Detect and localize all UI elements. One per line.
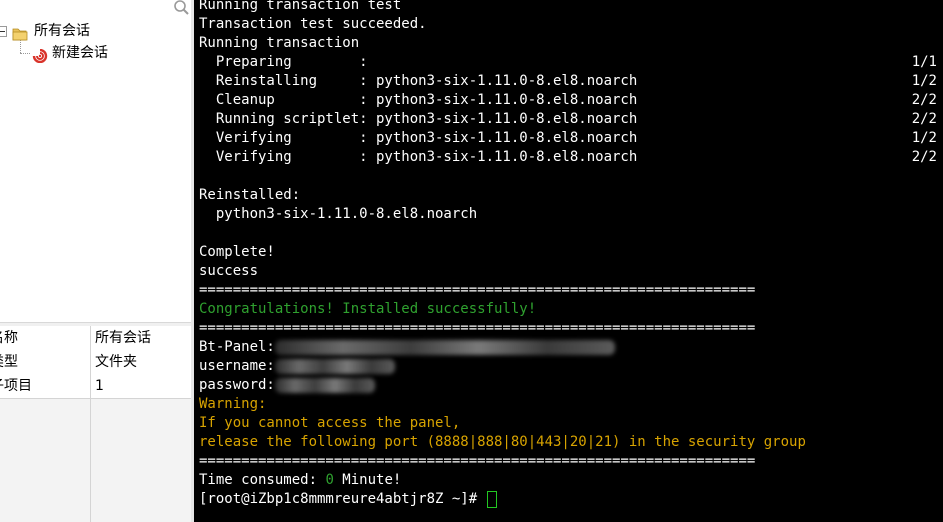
- warning-line: If you cannot access the panel,: [199, 415, 461, 431]
- tree-connector: [20, 53, 30, 54]
- terminal-line: Reinstalling : python3-six-1.11.0-8.el8.…: [199, 72, 943, 91]
- redacted-panel-url: [274, 339, 615, 355]
- congrats-message: Congratulations! Installed successfully!: [199, 301, 537, 317]
- redacted-username: [274, 358, 395, 374]
- warning-line: release the following port (8888|888|80|…: [199, 434, 806, 450]
- terminal-line: Running transaction test: [199, 0, 402, 13]
- text-cursor: [486, 490, 497, 508]
- separator-line: ========================================…: [199, 453, 756, 469]
- step-text: Verifying : python3-six-1.11.0-8.el8.noa…: [199, 130, 638, 146]
- terminal-line: Verifying : python3-six-1.11.0-8.el8.noa…: [199, 129, 943, 148]
- terminal-line: password:: [199, 376, 943, 395]
- session-tree: 所有会话 新建会话: [0, 0, 191, 322]
- terminal-output[interactable]: Running transaction test Transaction tes…: [194, 0, 943, 522]
- terminal-line: success: [199, 263, 259, 279]
- properties-panel: 名称 所有会话 类型 文件夹 子项目 1: [0, 326, 191, 522]
- time-suffix: Minute!: [333, 472, 402, 488]
- terminal-line: Preparing : 1/1: [199, 53, 943, 72]
- tree-node-label: 新建会话: [52, 45, 108, 61]
- terminal-line: username:: [199, 357, 943, 376]
- property-value: 文件夹: [95, 354, 137, 370]
- redacted-password: [274, 377, 375, 393]
- terminal-line: Running transaction: [199, 35, 360, 51]
- step-count: 1/1: [911, 54, 937, 70]
- step-count: 2/2: [911, 111, 937, 127]
- step-text: Running scriptlet: python3-six-1.11.0-8.…: [199, 111, 638, 127]
- property-row: 子项目 1: [0, 374, 191, 399]
- shell-prompt: [root@iZbp1c8mmmreure4abtjr8Z ~]#: [199, 491, 486, 507]
- username-label: username:: [199, 358, 275, 374]
- property-key: 类型: [0, 354, 18, 370]
- warning-line: Warning:: [199, 396, 267, 412]
- property-key: 子项目: [0, 378, 32, 394]
- terminal-line: Cleanup : python3-six-1.11.0-8.el8.noarc…: [199, 91, 943, 110]
- property-value: 1: [95, 378, 104, 394]
- search-icon[interactable]: [172, 0, 190, 16]
- terminal-prompt-line[interactable]: [root@iZbp1c8mmmreure4abtjr8Z ~]#: [199, 490, 943, 509]
- column-divider[interactable]: [90, 326, 91, 522]
- terminal-line: Running scriptlet: python3-six-1.11.0-8.…: [199, 110, 943, 129]
- step-count: 1/2: [911, 130, 937, 146]
- session-manager-pane: 所有会话 新建会话 名称 所有会话 类型 文件夹 子项目 1: [0, 0, 191, 522]
- time-prefix: Time consumed:: [199, 472, 326, 488]
- property-row: 名称 所有会话: [0, 326, 191, 351]
- step-count: 2/2: [911, 149, 937, 165]
- step-text: Cleanup : python3-six-1.11.0-8.el8.noarc…: [199, 92, 638, 108]
- separator-line: ========================================…: [199, 320, 756, 336]
- terminal-line: Reinstalled:: [199, 187, 301, 203]
- panel-label: Bt-Panel:: [199, 339, 275, 355]
- terminal-line: Transaction test succeeded.: [199, 16, 427, 32]
- property-key: 名称: [0, 330, 18, 346]
- terminal-line: Verifying : python3-six-1.11.0-8.el8.noa…: [199, 148, 943, 167]
- terminal-line: Time consumed: 0 Minute!: [199, 471, 943, 490]
- terminal-line: python3-six-1.11.0-8.el8.noarch: [199, 206, 478, 222]
- session-icon: [32, 46, 48, 66]
- step-count: 2/2: [911, 92, 937, 108]
- collapse-toggle-icon[interactable]: [0, 26, 7, 37]
- step-text: Verifying : python3-six-1.11.0-8.el8.noa…: [199, 149, 638, 165]
- tree-node-label: 所有会话: [34, 23, 90, 39]
- tree-node-new-session[interactable]: 新建会话: [30, 43, 180, 66]
- terminal-line: Complete!: [199, 244, 275, 260]
- tree-node-all-sessions[interactable]: 所有会话: [0, 21, 180, 41]
- step-count: 1/2: [911, 73, 937, 89]
- terminal-line: Bt-Panel:: [199, 338, 943, 357]
- separator-line: ========================================…: [199, 282, 756, 298]
- property-value: 所有会话: [95, 330, 151, 346]
- property-row: 类型 文件夹: [0, 350, 191, 375]
- step-text: Preparing :: [199, 54, 368, 70]
- folder-icon: [12, 24, 28, 44]
- step-text: Reinstalling : python3-six-1.11.0-8.el8.…: [199, 73, 638, 89]
- time-value: 0: [325, 472, 334, 488]
- password-label: password:: [199, 377, 275, 393]
